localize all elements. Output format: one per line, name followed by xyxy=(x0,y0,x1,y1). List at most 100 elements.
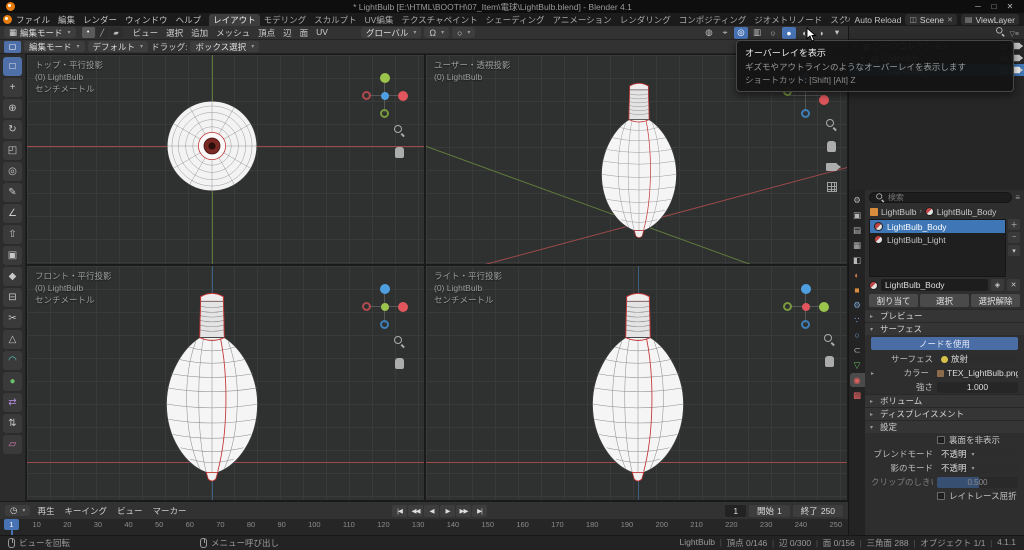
properties-search-field[interactable] xyxy=(869,192,1013,203)
panel-preview[interactable]: ▸ プレビュー xyxy=(865,309,1024,322)
axis-z-dot[interactable] xyxy=(381,92,389,100)
axis-y-dot[interactable] xyxy=(381,303,389,311)
pan-hand-icon[interactable] xyxy=(395,358,404,371)
properties-options-icon[interactable]: ≡ xyxy=(1015,193,1020,202)
properties-tab-particles[interactable]: ∵ xyxy=(850,313,865,327)
camera-view-icon[interactable] xyxy=(826,163,841,173)
axis-z-neg-dot[interactable] xyxy=(801,109,810,118)
properties-tab-constraints[interactable]: ⊂ xyxy=(850,343,865,357)
workspace-tab-geometry-nodes[interactable]: ジオメトリノード xyxy=(750,14,826,26)
pan-hand-icon[interactable] xyxy=(827,141,836,154)
viewport-front[interactable]: フロント・平行投影 (0) LightBulb センチメートル xyxy=(26,265,425,501)
properties-tab-tool[interactable]: ⚙ xyxy=(850,193,865,207)
mode-dropdown[interactable]: ▦ 編集モード xyxy=(4,27,76,38)
panel-volume[interactable]: ▸ ボリューム xyxy=(865,394,1024,407)
tool-box-select[interactable]: □ xyxy=(3,57,22,76)
viewlayer-selector[interactable]: ▤ ViewLayer xyxy=(960,14,1019,25)
viewport-top[interactable]: トップ・平行投影 (0) LightBulb センチメートル xyxy=(26,54,425,265)
tool-extrude-region[interactable]: ⇧ xyxy=(3,225,22,244)
fake-user-icon[interactable]: ◈ xyxy=(991,279,1004,291)
workspace-tab-layout[interactable]: レイアウト xyxy=(209,13,260,26)
transport-play[interactable]: ▶ xyxy=(440,504,455,517)
axis-x-dot[interactable] xyxy=(398,91,408,101)
navigation-gizmo[interactable] xyxy=(783,284,829,330)
tool-annotate[interactable]: ✎ xyxy=(3,183,22,202)
viewport-menu-select[interactable]: 選択 xyxy=(162,27,187,39)
slot-control-slot-specials[interactable]: ▾ xyxy=(1008,245,1020,256)
tool-smooth[interactable]: ● xyxy=(3,372,22,391)
viewport-menu-add[interactable]: 追加 xyxy=(187,27,212,39)
zoom-icon[interactable] xyxy=(824,334,835,347)
slot-control-remove-slot[interactable]: − xyxy=(1008,232,1020,243)
tool-knife[interactable]: ✂ xyxy=(3,309,22,328)
transport-next-keyframe[interactable]: ▶▶ xyxy=(456,504,471,517)
frame-start-field[interactable]: 開始 1 xyxy=(749,504,790,517)
editor-type-dropdown[interactable]: ◷ xyxy=(5,505,31,516)
tool-mode-dropdown[interactable]: 編集モード xyxy=(24,41,85,52)
title-bar[interactable]: * LightBulb [E:\HTML\BOOTH\07_Item\電球\Li… xyxy=(0,0,1024,13)
viewport-menu-edge[interactable]: 辺 xyxy=(279,27,296,39)
scene-unlink-icon[interactable]: ✕ xyxy=(947,16,953,24)
timeline-ruler[interactable]: 0102030405060708090100110120130140150160… xyxy=(0,519,848,535)
menu-window[interactable]: ウィンドウ xyxy=(121,14,172,26)
tool-bevel[interactable]: ◆ xyxy=(3,267,22,286)
axis-z-dot[interactable] xyxy=(380,284,390,294)
axis-y-neg-dot[interactable] xyxy=(380,109,389,118)
properties-tab-modifiers[interactable]: ⚙ xyxy=(850,298,865,312)
axis-z-dot[interactable] xyxy=(801,284,811,294)
header-icon-shading-wireframe[interactable]: ○ xyxy=(766,27,780,39)
header-icon-overlays-toggle[interactable]: ◎ xyxy=(734,26,748,39)
material-slot-light[interactable]: LightBulb_Light xyxy=(870,233,1005,246)
viewport-menu-view[interactable]: ビュー xyxy=(129,27,163,39)
workspace-tab-modeling[interactable]: モデリング xyxy=(260,14,311,26)
workspace-tab-texture-paint[interactable]: テクスチャペイント xyxy=(397,14,481,26)
axis-z-neg-dot[interactable] xyxy=(801,320,810,329)
menu-file[interactable]: ファイル xyxy=(12,14,54,26)
navigation-gizmo[interactable] xyxy=(362,284,408,330)
properties-tab-scene[interactable]: ◧ xyxy=(850,253,865,267)
panel-surface[interactable]: ▾ サーフェス xyxy=(865,322,1024,335)
properties-tab-render[interactable]: ▣ xyxy=(850,208,865,222)
workspace-tab-compositing[interactable]: コンポジティング xyxy=(675,14,751,26)
properties-tab-world[interactable]: ◐ xyxy=(850,268,865,282)
search-input[interactable] xyxy=(887,193,1007,202)
navigation-gizmo[interactable] xyxy=(362,73,408,119)
menu-help[interactable]: ヘルプ xyxy=(172,14,206,26)
active-tool-icon[interactable]: ▢ xyxy=(4,40,21,53)
axis-x-dot[interactable] xyxy=(802,303,810,311)
header-icon-visibility-dropdown[interactable]: ◍ xyxy=(702,27,716,39)
playhead-frame-badge[interactable]: 1 xyxy=(4,519,19,530)
zoom-icon[interactable] xyxy=(394,125,405,138)
properties-tab-object-data[interactable]: ▽ xyxy=(850,358,865,372)
orientation-dropdown[interactable]: グローバル xyxy=(360,27,422,38)
tool-shear[interactable]: ▱ xyxy=(3,435,22,454)
bulb-mesh-perspective[interactable] xyxy=(592,79,686,240)
axis-y-dot[interactable] xyxy=(819,302,829,312)
tool-loop-cut[interactable]: ⊟ xyxy=(3,288,22,307)
scene-selector[interactable]: ◫ Scene ✕ xyxy=(905,14,957,25)
properties-tab-output[interactable]: ▤ xyxy=(850,223,865,237)
tool-measure[interactable]: ∠ xyxy=(3,204,22,223)
drag-mode-dropdown[interactable]: ボックス選択 xyxy=(190,41,260,52)
viewport-menu-vertex[interactable]: 頂点 xyxy=(254,27,279,39)
breadcrumb-material[interactable]: LightBulb_Body xyxy=(937,207,997,217)
axis-x-dot[interactable] xyxy=(819,95,829,105)
color-texture-field[interactable]: TEX_LightBulb.png ✕ xyxy=(933,367,1018,379)
tool-edge-slide[interactable]: ⇄ xyxy=(3,393,22,412)
workspace-tab-rendering[interactable]: レンダリング xyxy=(616,14,675,26)
raytrace-checkbox[interactable] xyxy=(937,492,945,500)
shadow-mode-dropdown[interactable]: 不透明 xyxy=(937,462,1018,474)
blender-menu-icon[interactable] xyxy=(3,15,12,24)
properties-tab-physics[interactable]: ○ xyxy=(850,328,865,342)
header-icon-xray-toggle[interactable]: ▥ xyxy=(750,27,764,39)
select-mode-vertex-select[interactable]: • xyxy=(81,27,95,38)
breadcrumb-object[interactable]: LightBulb xyxy=(881,207,916,217)
bulb-mesh-top-view[interactable] xyxy=(164,98,260,194)
viewport-menu-face[interactable]: 面 xyxy=(296,27,313,39)
panel-displacement[interactable]: ▸ ディスプレイスメント xyxy=(865,407,1024,420)
workspace-tab-shading[interactable]: シェーディング xyxy=(482,14,549,26)
tool-rotate[interactable]: ↻ xyxy=(3,120,22,139)
window-control-minimize[interactable]: ─ xyxy=(970,2,986,11)
unlink-material-icon[interactable]: ✕ xyxy=(1007,279,1020,291)
pan-hand-icon[interactable] xyxy=(395,147,404,160)
